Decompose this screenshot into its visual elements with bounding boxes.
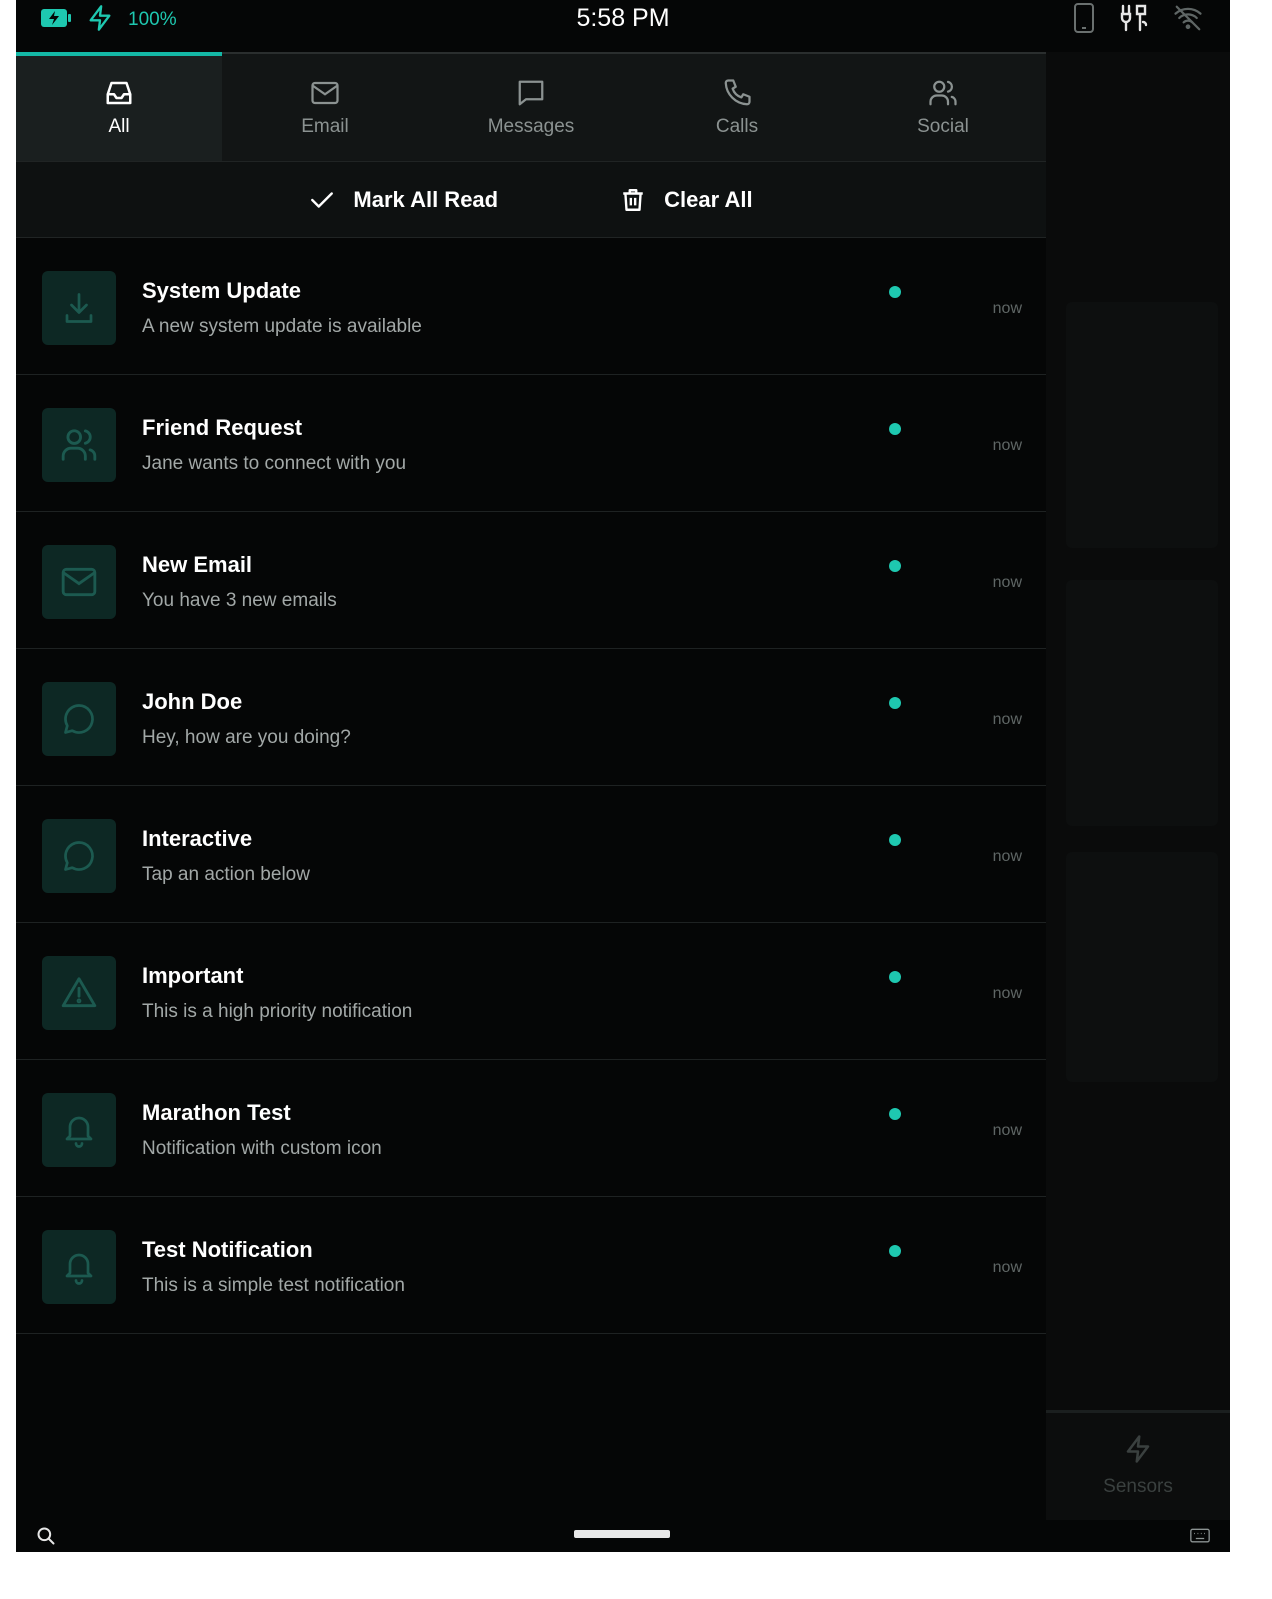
notification-item[interactable]: Interactive Tap an action below now	[16, 786, 1046, 923]
download-icon	[65, 293, 93, 323]
notification-item[interactable]: Friend Request Jane wants to connect wit…	[16, 375, 1046, 512]
device-screen: 100% 5:58 PM Sensors All Email Messages …	[16, 0, 1230, 1552]
mark-all-read-button[interactable]: Mark All Read	[309, 187, 498, 213]
notification-icon-box	[42, 1093, 116, 1167]
notification-time: now	[992, 574, 1022, 591]
unread-dot	[889, 971, 901, 983]
unread-dot	[889, 697, 901, 709]
unread-dot	[889, 1108, 901, 1120]
tab-bar: All Email Messages Calls Social	[16, 52, 1046, 161]
wifi-off-icon[interactable]	[1172, 3, 1204, 38]
notification-title: Friend Request	[142, 415, 303, 440]
warning-icon	[61, 977, 97, 1008]
notification-time: now	[992, 1122, 1022, 1139]
action-bar: Mark All Read Clear All	[16, 161, 1046, 238]
notification-title: John Doe	[142, 689, 243, 714]
notification-icon-box	[42, 408, 116, 482]
inbox-icon	[106, 81, 132, 104]
usb-debug-icon[interactable]	[1118, 2, 1150, 39]
clock: 5:58 PM	[576, 4, 670, 32]
tab-label: Messages	[487, 115, 575, 137]
notification-body: This is a high priority notification	[142, 1001, 413, 1022]
mark-all-read-label: Mark All Read	[353, 186, 499, 212]
notification-item[interactable]: Marathon Test Notification with custom i…	[16, 1060, 1046, 1197]
notification-item[interactable]: Important This is a high priority notifi…	[16, 923, 1046, 1060]
users-icon	[61, 429, 97, 461]
tab-all[interactable]: All	[16, 52, 222, 161]
keyboard-icon[interactable]	[1190, 1527, 1210, 1550]
notification-body: Notification with custom icon	[142, 1138, 382, 1159]
notification-item[interactable]: System Update A new system update is ava…	[16, 238, 1046, 375]
notification-item[interactable]: John Doe Hey, how are you doing? now	[16, 649, 1046, 786]
clear-all-label: Clear All	[664, 186, 753, 212]
side-card	[1066, 302, 1218, 548]
notification-title: System Update	[142, 278, 301, 303]
unread-dot	[889, 286, 901, 298]
tab-label: Calls	[715, 115, 759, 137]
status-bar: 100% 5:58 PM	[16, 0, 1230, 52]
check-icon	[311, 191, 334, 208]
search-icon[interactable]	[36, 1526, 56, 1551]
bell-icon	[65, 1253, 93, 1285]
side-panel	[1046, 52, 1230, 1520]
notification-icon-box	[42, 682, 116, 756]
tab-label: Social	[917, 115, 969, 137]
notification-body: You have 3 new emails	[142, 590, 337, 611]
notification-time: now	[992, 1259, 1022, 1276]
notification-body: Jane wants to connect with you	[142, 453, 407, 474]
notification-body: A new system update is available	[142, 316, 422, 337]
notification-time: now	[992, 848, 1022, 865]
tab-social[interactable]: Social	[840, 54, 1046, 161]
lightning-icon	[1046, 1433, 1230, 1470]
notification-title: Marathon Test	[142, 1100, 291, 1125]
message-icon	[64, 841, 94, 871]
notification-time: now	[992, 711, 1022, 728]
clear-all-button[interactable]: Clear All	[620, 186, 753, 214]
unread-dot	[889, 560, 901, 572]
unread-dot	[889, 1245, 901, 1257]
notification-title: Important	[142, 963, 244, 988]
users-icon	[929, 80, 957, 105]
phone-icon	[724, 78, 751, 105]
notification-panel: All Email Messages Calls Social Mark All…	[16, 52, 1046, 1520]
tab-messages[interactable]: Messages	[428, 54, 634, 161]
notification-body: Hey, how are you doing?	[142, 727, 351, 748]
bottom-bar	[16, 1520, 1230, 1552]
message-icon	[518, 80, 544, 105]
notification-time: now	[992, 985, 1022, 1002]
notification-title: New Email	[142, 552, 253, 577]
notification-icon-box	[42, 271, 116, 345]
message-icon	[64, 704, 94, 734]
notification-time: now	[992, 300, 1022, 317]
mail-icon	[61, 567, 97, 597]
side-card	[1066, 580, 1218, 826]
notification-icon-box	[42, 819, 116, 893]
notification-icon-box	[42, 545, 116, 619]
unread-dot	[889, 834, 901, 846]
mail-icon	[311, 81, 339, 104]
side-card	[1066, 852, 1218, 1082]
device-icon[interactable]	[1072, 2, 1096, 39]
notification-title: Test Notification	[142, 1237, 313, 1262]
home-handle[interactable]	[574, 1530, 670, 1538]
notification-body: This is a simple test notification	[142, 1275, 405, 1296]
notification-list: System Update A new system update is ava…	[16, 238, 1046, 1334]
trash-icon	[623, 188, 643, 211]
sensors-label: Sensors	[1103, 1476, 1173, 1497]
tab-calls[interactable]: Calls	[634, 54, 840, 161]
notification-time: now	[992, 437, 1022, 454]
unread-dot	[889, 423, 901, 435]
bell-icon	[65, 1116, 93, 1148]
tab-label: All	[108, 115, 130, 137]
notification-icon-box	[42, 1230, 116, 1304]
tab-email[interactable]: Email	[222, 54, 428, 161]
status-right	[1072, 2, 1204, 39]
notification-item[interactable]: New Email You have 3 new emails now	[16, 512, 1046, 649]
sensors-button[interactable]: Sensors	[1046, 1410, 1230, 1523]
notification-title: Interactive	[142, 826, 253, 851]
notification-body: Tap an action below	[142, 864, 310, 885]
notification-item[interactable]: Test Notification This is a simple test …	[16, 1197, 1046, 1334]
notification-icon-box	[42, 956, 116, 1030]
tab-label: Email	[301, 115, 349, 137]
